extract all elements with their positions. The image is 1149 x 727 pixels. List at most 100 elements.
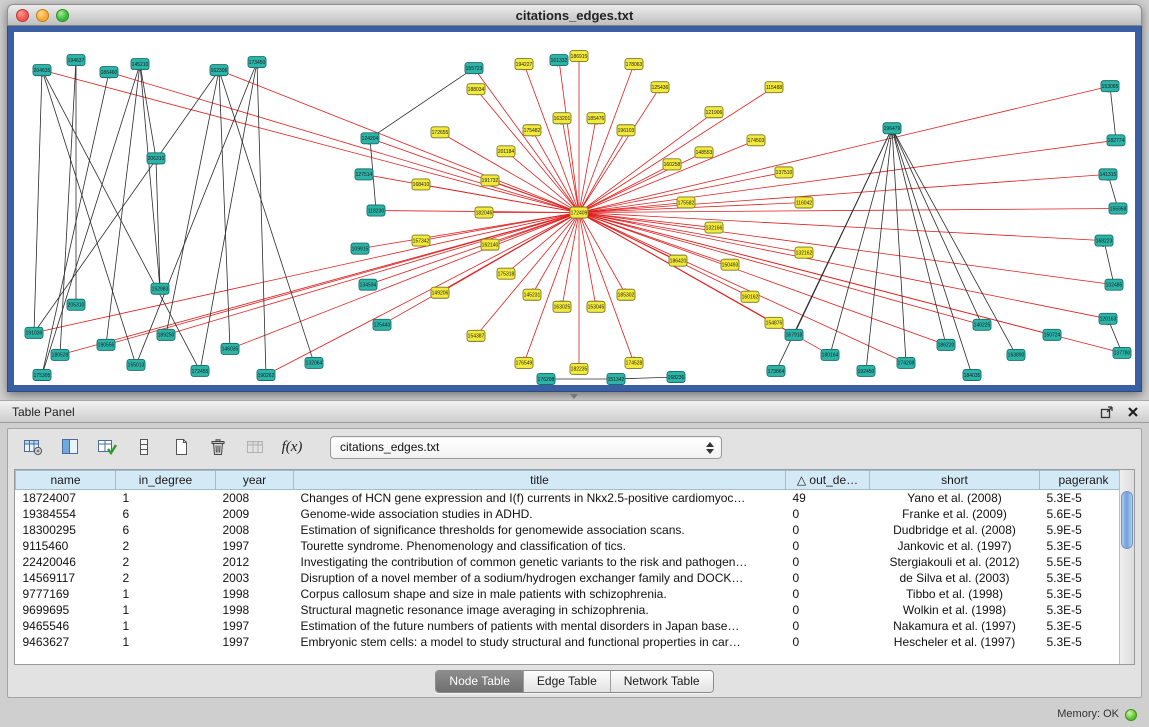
graph-node[interactable]: 125440 <box>373 319 391 330</box>
graph-node[interactable]: 186420 <box>669 255 687 266</box>
graph-node[interactable]: 148553 <box>695 147 713 158</box>
window-titlebar[interactable]: citations_edges.txt <box>7 4 1142 26</box>
graph-node[interactable]: 173864 <box>767 365 785 376</box>
graph-node[interactable]: 188034 <box>467 84 485 95</box>
graph-edge[interactable] <box>579 213 982 325</box>
graph-edge[interactable] <box>34 70 219 333</box>
graph-node[interactable]: 185476 <box>587 113 605 124</box>
graph-node[interactable]: 163201 <box>553 113 571 124</box>
graph-edge[interactable] <box>200 62 257 371</box>
import-table-icon[interactable] <box>242 434 268 460</box>
graph-edge[interactable] <box>106 64 140 345</box>
graph-edge[interactable] <box>579 140 1116 212</box>
tab-edge-table[interactable]: Edge Table <box>523 671 610 692</box>
graph-edge[interactable] <box>866 128 892 371</box>
graph-node[interactable]: 155723 <box>465 63 483 74</box>
graph-edge[interactable] <box>579 213 750 297</box>
graph-node[interactable]: 149206 <box>431 287 449 298</box>
graph-node[interactable]: 189250 <box>157 329 175 340</box>
graph-edge[interactable] <box>219 70 230 349</box>
graph-node[interactable]: 186915 <box>570 51 588 62</box>
graph-node[interactable]: 134594 <box>359 279 377 290</box>
graph-node[interactable]: 137510 <box>775 167 793 178</box>
graph-node[interactable]: 172409 <box>570 207 588 218</box>
graph-node[interactable]: 120163 <box>1099 313 1117 324</box>
table-select-icon[interactable] <box>94 434 120 460</box>
graph-node[interactable]: 176549 <box>515 357 533 368</box>
graph-node[interactable]: 191732 <box>481 175 499 186</box>
graph-edge[interactable] <box>166 213 579 335</box>
graph-edge[interactable] <box>42 64 140 375</box>
graph-node[interactable]: 132166 <box>705 222 723 233</box>
graph-edge[interactable] <box>219 70 579 212</box>
graph-node[interactable]: 196103 <box>617 125 635 136</box>
graph-node[interactable]: 155958 <box>1109 203 1127 214</box>
graph-edge[interactable] <box>830 128 892 355</box>
column-header-pagerank[interactable]: pagerank <box>1040 471 1128 490</box>
graph-node[interactable]: 163025 <box>553 301 571 312</box>
graph-node[interactable]: 153045 <box>587 301 605 312</box>
graph-node[interactable]: 155013 <box>127 359 145 370</box>
column-header-in_degree[interactable]: in_degree <box>116 471 216 490</box>
graph-node[interactable]: 168223 <box>1095 235 1113 246</box>
graph-node[interactable]: 182774 <box>1107 135 1125 146</box>
network-graph[interactable]: 1724091853021530451630251452311753181621… <box>14 32 1135 385</box>
table-row[interactable]: 969969511998Structural magnetic resonanc… <box>16 602 1128 618</box>
graph-node[interactable]: 168236 <box>667 371 685 382</box>
graph-node[interactable]: 137780 <box>1113 347 1131 358</box>
graph-edge[interactable] <box>579 213 1108 319</box>
table-selector-combobox[interactable]: citations_edges.txt <box>330 436 722 459</box>
network-canvas[interactable]: 1724091853021530451630251452311753181621… <box>14 32 1135 385</box>
graph-node[interactable]: 186220 <box>937 339 955 350</box>
graph-node[interactable]: 184035 <box>963 369 981 380</box>
table-row[interactable]: 1830029562008Estimation of significance … <box>16 522 1128 538</box>
graph-node[interactable]: 125436 <box>651 82 669 93</box>
graph-node[interactable]: 152983 <box>151 283 169 294</box>
graph-edge[interactable] <box>257 62 266 375</box>
column-header-name[interactable]: name <box>16 471 116 490</box>
graph-node[interactable]: 168410 <box>412 179 430 190</box>
graph-edge[interactable] <box>524 64 579 212</box>
delete-table-icon[interactable] <box>205 434 231 460</box>
graph-node[interactable]: 172455 <box>191 365 209 376</box>
graph-node[interactable]: 153065 <box>1101 81 1119 92</box>
graph-node[interactable]: 163890 <box>1007 349 1025 360</box>
graph-node[interactable]: 150724 <box>1043 329 1061 340</box>
graph-node[interactable]: 150493 <box>721 259 739 270</box>
graph-edge[interactable] <box>892 128 982 325</box>
graph-edge[interactable] <box>579 213 906 363</box>
column-header-title[interactable]: title <box>294 471 786 490</box>
graph-node[interactable]: 182235 <box>570 363 588 374</box>
column-visibility-icon[interactable] <box>57 434 83 460</box>
graph-edge[interactable] <box>60 213 579 355</box>
graph-edge[interactable] <box>382 213 579 325</box>
graph-edge[interactable] <box>368 213 579 285</box>
graph-node[interactable]: 175582 <box>677 197 695 208</box>
table-settings-icon[interactable] <box>20 434 46 460</box>
panel-resize-handle[interactable] <box>566 393 582 400</box>
graph-edge[interactable] <box>892 128 946 345</box>
graph-edge[interactable] <box>42 70 579 212</box>
table-scrollbar-thumb[interactable] <box>1121 491 1133 549</box>
table-scrollbar[interactable] <box>1119 470 1134 664</box>
close-panel-icon[interactable] <box>1125 404 1141 420</box>
graph-node[interactable]: 205310 <box>67 299 85 310</box>
graph-node[interactable]: 121906 <box>705 107 723 118</box>
graph-node[interactable]: 191036 <box>25 327 43 338</box>
graph-node[interactable]: 127514 <box>355 169 373 180</box>
graph-edge[interactable] <box>1104 241 1114 285</box>
table-row[interactable]: 1456911722003Disruption of a novel membe… <box>16 570 1128 586</box>
graph-edge[interactable] <box>109 72 579 212</box>
graph-node[interactable]: 160162 <box>741 291 759 302</box>
graph-node[interactable]: 162306 <box>210 65 228 76</box>
graph-edge[interactable] <box>230 213 579 349</box>
graph-node[interactable]: 194637 <box>67 55 85 66</box>
graph-node[interactable]: 132162 <box>795 247 813 258</box>
graph-node[interactable]: 178063 <box>625 59 643 70</box>
graph-node[interactable]: 102485 <box>1105 279 1123 290</box>
graph-node[interactable]: 172655 <box>431 127 449 138</box>
graph-node[interactable]: 185302 <box>617 289 635 300</box>
new-table-icon[interactable] <box>168 434 194 460</box>
column-header-year[interactable]: year <box>216 471 294 490</box>
zoom-window-button[interactable] <box>56 9 69 22</box>
